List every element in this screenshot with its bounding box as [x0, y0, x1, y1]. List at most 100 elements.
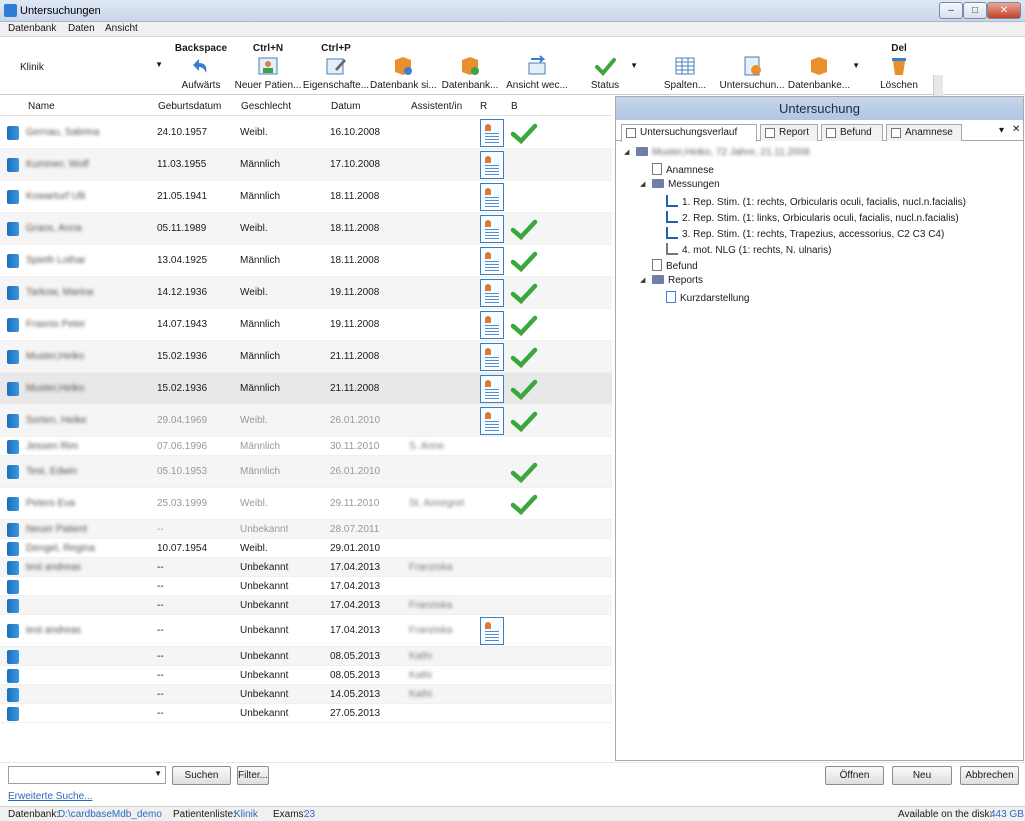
tree-label: Kurzdarstellung — [680, 293, 750, 304]
tree-report-kurz[interactable]: Kurzdarstellung — [666, 291, 749, 304]
table-row[interactable]: Kowarturf Ulli 21.05.1941 Männlich 18.11.20… — [0, 181, 612, 213]
delete-button[interactable]: Del Löschen — [876, 37, 922, 95]
table-row[interactable]: Tarkow, Marina 14.12.1936 Weibl. 19.11.2008 — [0, 277, 612, 309]
table-row[interactable]: Frasnix Peter 14.07.1943 Männlich 19.11.200… — [0, 309, 612, 341]
scope-select[interactable]: Klinik ▼ — [15, 58, 167, 76]
exams-value: 23 — [304, 809, 316, 820]
collapse-icon[interactable]: ◢ — [640, 276, 645, 284]
table-row[interactable]: Peters Eva 25.03.1999 Weibl. 29.11.2010 St. … — [0, 488, 612, 520]
report-icon[interactable] — [480, 279, 504, 307]
table-row[interactable]: -- Unbekannt 14.05.2013 Kathi — [0, 685, 612, 704]
table-row[interactable]: Muster,Heiko 15.02.1936 Männlich 21.11.2008 — [0, 341, 612, 373]
columns-icon — [675, 57, 695, 75]
table-row[interactable]: test andreas -- Unbekannt 17.04.2013 Franzis… — [0, 558, 612, 577]
disk-label: Available on the disk: — [898, 809, 993, 820]
list-label: Patientenliste: — [173, 809, 236, 820]
search-button[interactable]: Suchen — [172, 766, 231, 785]
switch-view-button[interactable]: Ansicht wec... — [506, 37, 568, 95]
report-icon[interactable] — [480, 617, 504, 645]
report-icon[interactable] — [480, 183, 504, 211]
table-row[interactable]: Kummer, Wolf 11.03.1955 Männlich 17.10.2008 — [0, 149, 612, 181]
table-row[interactable]: Spieth Lothar 13.04.1925 Männlich 18.11.200… — [0, 245, 612, 277]
table-row[interactable]: Sorten, Heike 29.04.1969 Weibl. 26.01.2010 — [0, 405, 612, 437]
report-icon[interactable] — [480, 343, 504, 371]
tab-anamnese[interactable]: Anamnese — [886, 124, 962, 141]
collapse-icon[interactable]: ◢ — [624, 148, 629, 156]
tree-befund[interactable]: Befund — [652, 259, 698, 272]
filter-button[interactable]: Filter... — [237, 766, 269, 785]
table-row[interactable]: -- Unbekannt 08.05.2013 Kathi — [0, 666, 612, 685]
tree-measurement[interactable]: 3. Rep. Stim. (1: rechts, Trapezius, acc… — [666, 227, 944, 240]
pin-icon[interactable]: ▾ — [999, 125, 1004, 136]
table-row[interactable]: Muster,Heiko 15.02.1936 Männlich 21.11.2008 — [0, 373, 612, 405]
report-icon[interactable] — [480, 151, 504, 179]
table-row[interactable]: Dengel, Regina 10.07.1954 Weibl. 29.01.2010 — [0, 539, 612, 558]
col-date[interactable]: Datum — [331, 101, 360, 112]
chevron-down-icon[interactable]: ▼ — [852, 61, 860, 70]
minimize-button[interactable]: ‒ — [939, 2, 963, 19]
tree-reports[interactable]: ◢ Reports — [640, 275, 703, 286]
list-value[interactable]: Klinik — [234, 809, 258, 820]
table-row[interactable]: -- Unbekannt 17.04.2013 — [0, 577, 612, 596]
table-row[interactable]: -- Unbekannt 08.05.2013 Kathi — [0, 647, 612, 666]
tree-root[interactable]: ◢ Muster,Heiko, 72 Jahre, 21.11.2008 — [624, 147, 810, 158]
new-button[interactable]: Neu — [892, 766, 952, 785]
table-row[interactable]: Gernau, Sabrina 24.10.1957 Weibl. 16.10.200… — [0, 117, 612, 149]
tab-untersuchungsverlauf[interactable]: Untersuchungsverlauf — [621, 124, 757, 142]
open-button[interactable]: Öffnen — [825, 766, 884, 785]
close-panel-icon[interactable]: ✕ — [1012, 124, 1020, 135]
close-window-button[interactable]: ✕ — [987, 2, 1021, 19]
col-birthdate[interactable]: Geburtsdatum — [158, 101, 221, 112]
tree-messungen[interactable]: ◢ Messungen — [640, 179, 720, 190]
col-name[interactable]: Name — [28, 101, 55, 112]
database-button[interactable]: Datenbank... — [440, 37, 500, 95]
report-icon[interactable] — [480, 311, 504, 339]
columns-button[interactable]: Spalten... — [660, 37, 710, 95]
collapse-icon[interactable]: ◢ — [640, 180, 645, 188]
check-icon — [510, 411, 538, 432]
word-document-icon — [666, 291, 676, 303]
tree-anamnese[interactable]: Anamnese — [652, 163, 714, 176]
db-path[interactable]: D:\cardbaseMdb_demo — [58, 809, 162, 820]
properties-button[interactable]: Ctrl+P Eigenschafte... — [302, 37, 370, 95]
birthdate: 07.06.1996 — [157, 441, 208, 452]
examination-button[interactable]: Untersuchun... — [718, 37, 786, 95]
database-export-button[interactable]: Datenbanke... ▼ — [786, 37, 860, 95]
report-icon[interactable] — [480, 407, 504, 435]
toolbar: Klinik ▼ Backspace Aufwärts Ctrl+N Neuer… — [0, 37, 1025, 131]
report-icon[interactable] — [480, 119, 504, 147]
report-icon[interactable] — [480, 375, 504, 403]
new-patient-button[interactable]: Ctrl+N Neuer Patien... — [234, 37, 302, 95]
col-finding[interactable]: B — [511, 101, 518, 112]
report-icon[interactable] — [480, 215, 504, 243]
col-assistant[interactable]: Assistent/in — [411, 101, 462, 112]
up-button[interactable]: Backspace Aufwärts — [172, 37, 230, 95]
col-sex[interactable]: Geschlecht — [241, 101, 291, 112]
table-row[interactable]: -- Unbekannt 27.05.2013 — [0, 704, 612, 723]
table-row[interactable]: -- Unbekannt 17.04.2013 Franziska — [0, 596, 612, 615]
table-row[interactable]: Test, Edwin 05.10.1953 Männlich 26.01.2010 — [0, 456, 612, 488]
tree-measurement[interactable]: 4. mot. NLG (1: rechts, N. ulnaris) — [666, 243, 832, 256]
table-row[interactable]: Graos, Anna 05.11.1989 Weibl. 18.11.2008 — [0, 213, 612, 245]
report-icon[interactable] — [480, 247, 504, 275]
search-input[interactable]: ▼ — [8, 766, 166, 784]
advanced-search-link[interactable]: Erweiterte Suche... — [8, 791, 92, 802]
table-row[interactable]: test andreas -- Unbekannt 17.04.2013 Franzis… — [0, 615, 612, 647]
chevron-down-icon[interactable]: ▼ — [154, 769, 162, 778]
maximize-button[interactable]: □ — [963, 2, 987, 19]
menu-ansicht[interactable]: Ansicht — [105, 23, 138, 34]
menu-datenbank[interactable]: Datenbank — [8, 23, 56, 34]
chevron-down-icon[interactable]: ▼ — [630, 61, 638, 70]
tab-report[interactable]: Report — [760, 124, 818, 141]
database-save-button[interactable]: Datenbank si... — [370, 37, 437, 95]
table-row[interactable]: Neuer Patient -- Unbekannt 28.07.2011 — [0, 520, 612, 539]
tree-measurement[interactable]: 2. Rep. Stim. (1: links, Orbicularis ocu… — [666, 211, 959, 224]
tree-label: 3. Rep. Stim. (1: rechts, Trapezius, acc… — [682, 229, 945, 240]
tab-befund[interactable]: Befund — [821, 124, 883, 141]
col-report[interactable]: R — [480, 101, 487, 112]
cancel-button[interactable]: Abbrechen — [960, 766, 1019, 785]
menu-daten[interactable]: Daten — [68, 23, 95, 34]
table-row[interactable]: Jessen Rim 07.06.1996 Männlich 30.11.2010 S.… — [0, 437, 612, 456]
status-button[interactable]: Status ▼ — [584, 37, 638, 95]
tree-measurement[interactable]: 1. Rep. Stim. (1: rechts, Orbicularis oc… — [666, 195, 966, 208]
